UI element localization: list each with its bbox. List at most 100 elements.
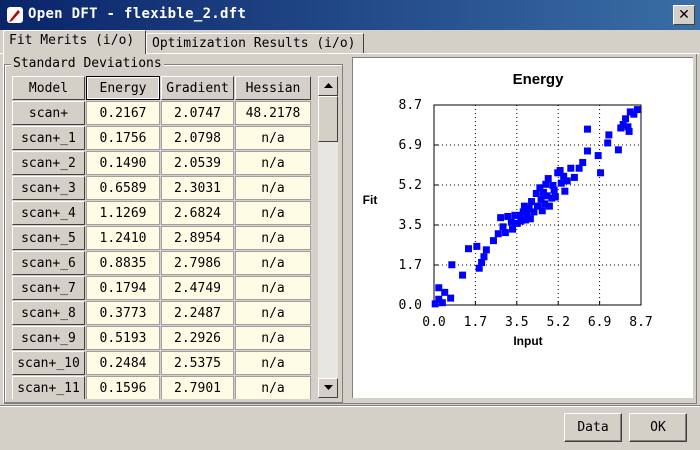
table-header-row: Model Energy Gradient Hessian bbox=[12, 76, 311, 100]
model-cell[interactable]: scan+_1 bbox=[12, 126, 85, 150]
energy-cell[interactable]: 1.1269 bbox=[86, 201, 160, 225]
data-point bbox=[497, 214, 505, 222]
table-scrollbar[interactable] bbox=[318, 76, 338, 398]
tab-strip: Fit Merits (i/o) Optimization Results (i… bbox=[0, 30, 700, 54]
data-button[interactable]: Data bbox=[564, 413, 622, 442]
energy-cell[interactable]: 0.1756 bbox=[86, 126, 160, 150]
model-cell[interactable]: scan+_8 bbox=[12, 301, 85, 325]
table-row: scan+_10 0.2484 2.5375 n/a bbox=[12, 351, 311, 375]
energy-cell[interactable]: 0.1596 bbox=[86, 376, 160, 399]
hessian-cell[interactable]: n/a bbox=[235, 376, 311, 399]
chart-points bbox=[431, 106, 641, 308]
ok-button[interactable]: OK bbox=[629, 413, 687, 442]
hessian-cell[interactable]: 48.2178 bbox=[235, 101, 311, 125]
x-tick-label: 8.7 bbox=[629, 315, 652, 330]
data-point bbox=[438, 299, 446, 307]
chart-title: Energy bbox=[513, 71, 565, 88]
data-point bbox=[482, 246, 490, 254]
gradient-cell[interactable]: 2.5375 bbox=[161, 351, 234, 375]
data-point bbox=[614, 146, 622, 154]
scroll-up-button[interactable] bbox=[318, 76, 338, 96]
hessian-cell[interactable]: n/a bbox=[235, 276, 311, 300]
window-title: Open DFT - flexible_2.dft bbox=[28, 6, 247, 22]
model-cell[interactable]: scan+_5 bbox=[12, 226, 85, 250]
model-cell[interactable]: scan+_11 bbox=[12, 376, 85, 399]
data-point bbox=[583, 125, 591, 133]
gradient-cell[interactable]: 2.6824 bbox=[161, 201, 234, 225]
gradient-cell[interactable]: 2.0539 bbox=[161, 151, 234, 175]
y-tick-label: 8.7 bbox=[399, 98, 422, 113]
tab-label: Fit Merits (i/o) bbox=[9, 33, 135, 48]
scroll-up-icon bbox=[323, 83, 333, 88]
model-cell[interactable]: scan+_10 bbox=[12, 351, 85, 375]
energy-scatter-chart: Energy Input Fit 0.0 1.7 3.5 5.2 6.9 8.7 0.0 1.… bbox=[363, 71, 653, 348]
hessian-cell[interactable]: n/a bbox=[235, 326, 311, 350]
data-point bbox=[526, 215, 534, 223]
tab-fit-merits[interactable]: Fit Merits (i/o) bbox=[3, 30, 146, 54]
energy-cell[interactable]: 0.3773 bbox=[86, 301, 160, 325]
energy-cell[interactable]: 0.2484 bbox=[86, 351, 160, 375]
data-point bbox=[545, 202, 553, 210]
data-point bbox=[597, 169, 605, 177]
hessian-cell[interactable]: n/a bbox=[235, 151, 311, 175]
table-row: scan+_2 0.1490 2.0539 n/a bbox=[12, 151, 311, 175]
model-cell[interactable]: scan+_4 bbox=[12, 201, 85, 225]
tab-optimization-results[interactable]: Optimization Results (i/o) bbox=[146, 33, 364, 54]
chart-y-label: Fit bbox=[363, 193, 378, 207]
column-header-hessian[interactable]: Hessian bbox=[235, 76, 311, 100]
gradient-cell[interactable]: 2.4749 bbox=[161, 276, 234, 300]
scroll-down-button[interactable] bbox=[318, 378, 338, 398]
y-tick-label: 6.9 bbox=[399, 138, 422, 153]
gradient-cell[interactable]: 2.7986 bbox=[161, 251, 234, 275]
gradient-cell[interactable]: 2.8954 bbox=[161, 226, 234, 250]
close-icon: ✕ bbox=[678, 7, 690, 23]
gradient-cell[interactable]: 2.0798 bbox=[161, 126, 234, 150]
data-point bbox=[633, 106, 641, 114]
gradient-cell[interactable]: 2.7901 bbox=[161, 376, 234, 399]
close-button[interactable]: ✕ bbox=[673, 5, 695, 25]
column-header-energy[interactable]: Energy bbox=[86, 76, 160, 100]
energy-cell[interactable]: 0.8835 bbox=[86, 251, 160, 275]
gradient-cell[interactable]: 2.0747 bbox=[161, 101, 234, 125]
gradient-cell[interactable]: 2.2487 bbox=[161, 301, 234, 325]
column-header-gradient[interactable]: Gradient bbox=[161, 76, 234, 100]
energy-cell[interactable]: 0.2167 bbox=[86, 101, 160, 125]
energy-cell[interactable]: 1.2410 bbox=[86, 226, 160, 250]
x-tick-label: 0.0 bbox=[422, 315, 445, 330]
hessian-cell[interactable]: n/a bbox=[235, 351, 311, 375]
gradient-cell[interactable]: 2.3031 bbox=[161, 176, 234, 200]
energy-cell[interactable]: 0.1794 bbox=[86, 276, 160, 300]
chart-x-label: Input bbox=[513, 334, 542, 348]
data-point bbox=[494, 230, 502, 238]
hessian-cell[interactable]: n/a bbox=[235, 176, 311, 200]
data-point bbox=[563, 177, 571, 185]
hessian-cell[interactable]: n/a bbox=[235, 301, 311, 325]
pen-icon bbox=[7, 7, 23, 23]
scroll-thumb[interactable] bbox=[318, 96, 338, 142]
scroll-down-icon bbox=[323, 385, 333, 390]
model-cell[interactable]: scan+ bbox=[12, 101, 85, 125]
hessian-cell[interactable]: n/a bbox=[235, 251, 311, 275]
energy-cell[interactable]: 0.1490 bbox=[86, 151, 160, 175]
column-header-model[interactable]: Model bbox=[12, 76, 85, 100]
energy-cell[interactable]: 0.6589 bbox=[86, 176, 160, 200]
y-tick-label: 5.2 bbox=[399, 178, 422, 193]
hessian-cell[interactable]: n/a bbox=[235, 226, 311, 250]
hessian-cell[interactable]: n/a bbox=[235, 126, 311, 150]
x-tick-label: 1.7 bbox=[464, 315, 487, 330]
model-cell[interactable]: scan+_9 bbox=[12, 326, 85, 350]
model-cell[interactable]: scan+_7 bbox=[12, 276, 85, 300]
table-row: scan+_11 0.1596 2.7901 n/a bbox=[12, 376, 311, 399]
hessian-cell[interactable]: n/a bbox=[235, 201, 311, 225]
data-point bbox=[473, 242, 481, 250]
model-cell[interactable]: scan+_6 bbox=[12, 251, 85, 275]
model-cell[interactable]: scan+_3 bbox=[12, 176, 85, 200]
data-point bbox=[579, 158, 587, 166]
data-point bbox=[480, 253, 488, 261]
model-cell[interactable]: scan+_2 bbox=[12, 151, 85, 175]
gradient-cell[interactable]: 2.2926 bbox=[161, 326, 234, 350]
y-tick-label: 0.0 bbox=[399, 298, 422, 313]
data-point bbox=[441, 288, 449, 296]
data-point bbox=[544, 175, 552, 183]
energy-cell[interactable]: 0.5193 bbox=[86, 326, 160, 350]
